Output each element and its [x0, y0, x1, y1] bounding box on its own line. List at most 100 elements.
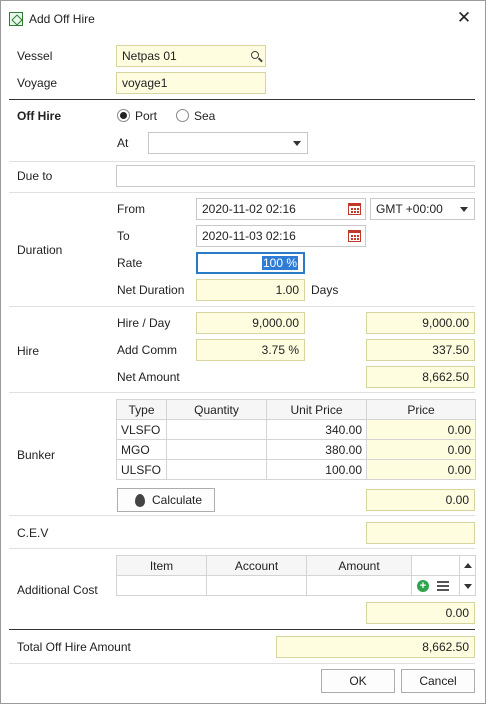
app-icon: [9, 12, 23, 26]
timezone-select[interactable]: GMT +00:00: [370, 198, 475, 220]
table-header: Item Account Amount: [116, 555, 476, 576]
column-header: Price: [366, 399, 476, 420]
bunker-unit-price[interactable]: 380.00: [266, 439, 367, 460]
due-to-label: Due to: [17, 169, 53, 183]
column-header: [411, 555, 460, 576]
bunker-type: VLSFO: [116, 419, 167, 440]
bunker-quantity[interactable]: [166, 459, 267, 480]
section-divider: [9, 306, 475, 307]
column-header: Item: [116, 555, 207, 576]
sea-radio-label: Sea: [194, 109, 216, 123]
bunker-label: Bunker: [17, 448, 56, 462]
bunker-total: 0.00: [366, 489, 475, 511]
net-amount-label: Net Amount: [117, 370, 180, 384]
rate-field[interactable]: 100 %: [196, 252, 305, 274]
chevron-down-icon: [464, 584, 472, 589]
table-row[interactable]: ULSFO 100.00 0.00: [116, 459, 476, 480]
section-divider: [9, 392, 475, 393]
off-hire-label: Off Hire: [17, 109, 62, 123]
chevron-up-icon: [464, 563, 472, 568]
table-row[interactable]: VLSFO 340.00 0.00: [116, 419, 476, 440]
scroll-up-button[interactable]: [459, 555, 476, 576]
account-cell[interactable]: [206, 575, 307, 596]
add-comm-label: Add Comm: [117, 343, 178, 357]
to-label: To: [117, 229, 130, 243]
bunker-price: 0.00: [366, 419, 476, 440]
calculate-button[interactable]: Calculate: [117, 488, 215, 512]
rate-label: Rate: [117, 256, 143, 270]
oil-drop-icon: [135, 494, 145, 507]
vessel-field[interactable]: Netpas 01: [116, 45, 266, 67]
calendar-icon[interactable]: [348, 203, 361, 215]
sea-radio[interactable]: [176, 109, 189, 122]
add-comm-total: 337.50: [366, 339, 475, 361]
column-header: Type: [116, 399, 167, 420]
from-label: From: [117, 202, 145, 216]
to-date-field[interactable]: 2020-11-03 02:16: [196, 225, 366, 247]
title-bar: Add Off Hire ✕: [1, 1, 485, 37]
bunker-unit-price[interactable]: 100.00: [266, 459, 367, 480]
calendar-icon[interactable]: [348, 230, 361, 242]
additional-cost-label: Additional Cost: [17, 583, 98, 597]
due-to-field[interactable]: [116, 165, 475, 187]
total-off-hire-amount: 8,662.50: [276, 636, 475, 658]
timezone-value: GMT +00:00: [376, 202, 443, 216]
hire-per-day-total: 9,000.00: [366, 312, 475, 334]
hire-per-day-field[interactable]: 9,000.00: [196, 312, 305, 334]
bunker-price: 0.00: [366, 439, 476, 460]
section-divider: [9, 192, 475, 193]
table-header: Type Quantity Unit Price Price: [116, 399, 476, 420]
section-divider: [9, 161, 475, 162]
add-row-icon[interactable]: +: [417, 580, 429, 592]
table-row[interactable]: MGO 380.00 0.00: [116, 439, 476, 460]
chevron-down-icon: [293, 141, 301, 146]
ok-button[interactable]: OK: [321, 669, 395, 693]
from-date-value: 2020-11-02 02:16: [202, 202, 296, 216]
column-header: Unit Price: [266, 399, 367, 420]
from-date-field[interactable]: 2020-11-02 02:16: [196, 198, 366, 220]
port-radio[interactable]: [117, 109, 130, 122]
column-header: Amount: [306, 555, 412, 576]
scroll-down-button[interactable]: [459, 575, 476, 596]
column-header: Quantity: [166, 399, 267, 420]
column-header: Account: [206, 555, 307, 576]
bunker-quantity[interactable]: [166, 419, 267, 440]
item-cell[interactable]: [116, 575, 207, 596]
net-duration-field: 1.00: [196, 279, 305, 301]
calculate-button-label: Calculate: [151, 493, 203, 507]
voyage-field[interactable]: voyage1: [116, 72, 266, 94]
cev-label: C.E.V: [17, 526, 49, 540]
search-icon[interactable]: [251, 51, 259, 59]
section-divider: [9, 515, 475, 516]
cev-field[interactable]: [366, 522, 475, 544]
at-select[interactable]: [148, 132, 308, 154]
amount-cell[interactable]: [306, 575, 412, 596]
net-duration-label: Net Duration: [117, 283, 185, 297]
hire-label: Hire: [17, 344, 40, 358]
close-icon[interactable]: ✕: [453, 7, 475, 29]
at-label: At: [117, 136, 129, 150]
window-title: Add Off Hire: [29, 12, 95, 26]
net-amount-total: 8,662.50: [366, 366, 475, 388]
chevron-down-icon: [460, 207, 468, 212]
port-radio-label: Port: [135, 109, 158, 123]
remove-row-icon[interactable]: [437, 581, 451, 591]
row-actions: +: [411, 575, 460, 596]
hire-per-day-label: Hire / Day: [117, 316, 171, 330]
table-row[interactable]: +: [116, 575, 476, 596]
rate-value: 100 %: [261, 256, 298, 270]
cancel-button[interactable]: Cancel: [401, 669, 475, 693]
to-date-value: 2020-11-03 02:16: [202, 229, 296, 243]
section-divider: [9, 629, 475, 630]
bunker-unit-price[interactable]: 340.00: [266, 419, 367, 440]
bunker-type: MGO: [116, 439, 167, 460]
add-off-hire-dialog: Add Off Hire ✕ Vessel Netpas 01 Voyage v…: [0, 0, 486, 704]
voyage-label: Voyage: [17, 76, 58, 90]
section-divider: [9, 548, 475, 549]
additional-cost-total: 0.00: [366, 602, 475, 624]
bunker-quantity[interactable]: [166, 439, 267, 460]
add-comm-field[interactable]: 3.75 %: [196, 339, 305, 361]
bunker-price: 0.00: [366, 459, 476, 480]
vessel-label: Vessel: [17, 49, 53, 63]
vessel-value: Netpas 01: [122, 49, 177, 63]
